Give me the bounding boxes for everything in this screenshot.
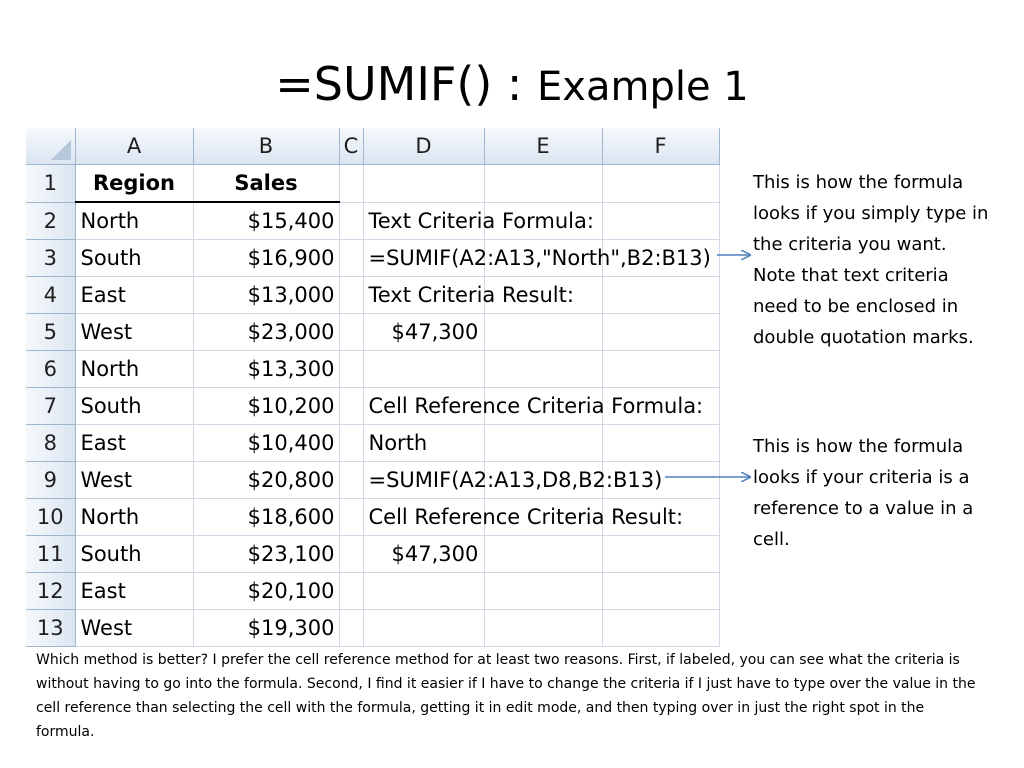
footer-explanation: Which method is better? I prefer the cel… <box>36 652 976 740</box>
text-criteria-note: This is how the formula looks if you sim… <box>753 172 989 348</box>
cell-reference-note: This is how the formula looks if your cr… <box>753 436 974 550</box>
